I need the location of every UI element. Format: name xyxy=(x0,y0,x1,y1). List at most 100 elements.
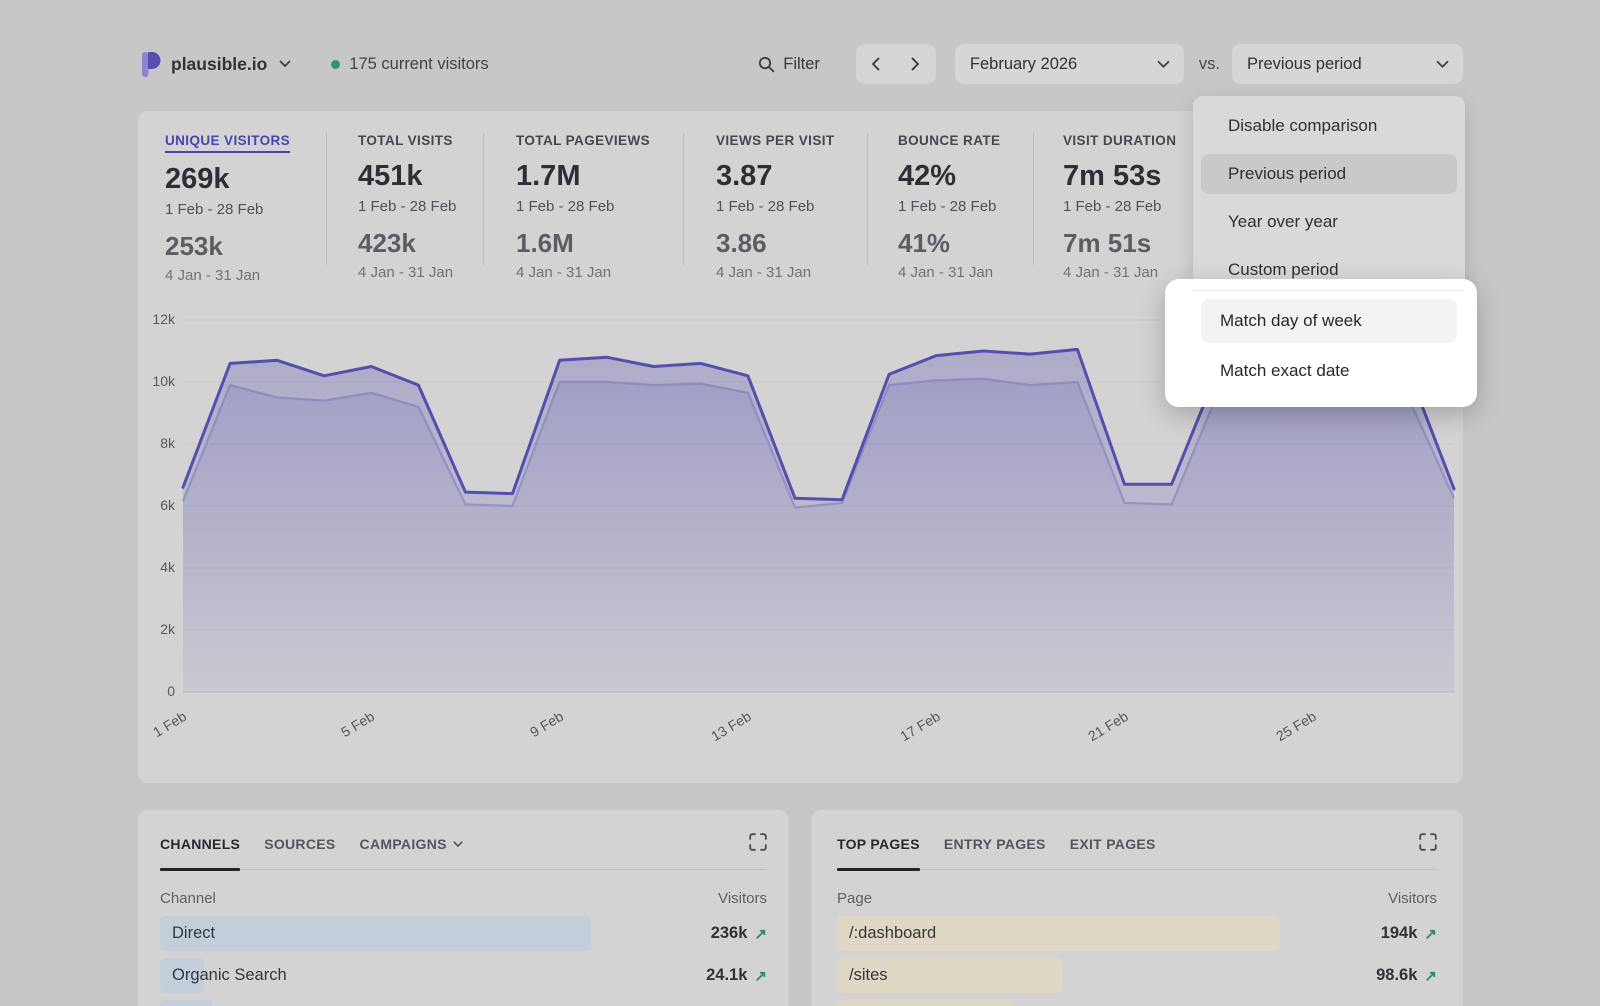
comparison-value: Previous period xyxy=(1247,55,1362,74)
menu-item-year-over-year[interactable]: Year over year xyxy=(1201,202,1457,242)
chevron-down-icon xyxy=(1436,60,1449,69)
stat-label: VISIT DURATION xyxy=(1063,133,1176,148)
row-visitors-value: 24.1k xyxy=(706,966,747,985)
row-visitors: 236k ↗ xyxy=(711,916,767,951)
top-bar: plausible.io 175 current visitors Filter… xyxy=(138,42,1463,86)
list-item-partial[interactable] xyxy=(837,1000,1437,1006)
stat-divider xyxy=(1033,133,1034,265)
stat-prev-value: 41% xyxy=(898,228,1000,259)
row-bar xyxy=(160,916,591,951)
next-period-button[interactable] xyxy=(896,44,936,84)
tab-label: ENTRY PAGES xyxy=(944,836,1046,852)
breakdown-rows: /:dashboard194k↗ /sites 98.6k ↗ xyxy=(837,916,1437,1006)
row-visitors: 98.6k ↗ xyxy=(1376,958,1437,993)
menu-item-disable-comparison[interactable]: Disable comparison xyxy=(1201,106,1457,146)
pages-card: TOP PAGES ENTRY PAGES EXIT PAGES Page Visito… xyxy=(811,810,1463,1006)
spotlight-panel: Match day of week Match exact date xyxy=(1165,279,1477,407)
active-tab-underline xyxy=(837,868,920,871)
filter-label: Filter xyxy=(783,55,820,74)
y-tick-label: 0 xyxy=(138,683,175,699)
tab-exit-pages[interactable]: EXIT PAGES xyxy=(1070,836,1156,852)
column-header-name: Page xyxy=(837,890,872,907)
tab-sources[interactable]: SOURCES xyxy=(264,836,335,852)
column-headers: Page Visitors xyxy=(837,890,1437,907)
y-tick-label: 4k xyxy=(138,559,175,575)
row-visitors: 24.1k ↗ xyxy=(706,958,767,993)
stat-bounce-rate[interactable]: BOUNCE RATE42%1 Feb - 28 Feb41%4 Jan - 3… xyxy=(898,132,1000,281)
stat-divider xyxy=(483,133,484,265)
menu-item-match-day-of-week[interactable]: Match day of week xyxy=(1201,299,1457,343)
trend-up-icon: ↗ xyxy=(754,967,767,985)
stat-views-per-visit[interactable]: VIEWS PER VISIT3.871 Feb - 28 Feb3.864 J… xyxy=(716,132,835,281)
column-header-name: Channel xyxy=(160,890,216,907)
tab-label: EXIT PAGES xyxy=(1070,836,1156,852)
prev-period-button[interactable] xyxy=(856,44,896,84)
stat-prev-period: 4 Jan - 31 Jan xyxy=(716,264,835,281)
stat-label: TOTAL VISITS xyxy=(358,133,453,148)
fullscreen-icon[interactable] xyxy=(749,833,767,851)
date-range-select[interactable]: February 2026 xyxy=(955,44,1184,84)
trend-up-icon: ↗ xyxy=(1424,967,1437,985)
stat-visit-duration[interactable]: VISIT DURATION7m 53s1 Feb - 28 Feb7m 51s… xyxy=(1063,132,1176,281)
list-item-dashboard[interactable]: /:dashboard194k↗ xyxy=(837,916,1437,951)
stat-period: 1 Feb - 28 Feb xyxy=(1063,198,1176,215)
y-tick-label: 2k xyxy=(138,621,175,637)
tab-entry-pages[interactable]: ENTRY PAGES xyxy=(944,836,1046,852)
row-visitors-value: 98.6k xyxy=(1376,966,1417,985)
stat-prev-value: 7m 51s xyxy=(1063,228,1176,259)
menu-item-previous-period[interactable]: Previous period xyxy=(1201,154,1457,194)
column-header-visitors: Visitors xyxy=(718,890,767,907)
date-range-value: February 2026 xyxy=(970,55,1077,74)
chevron-down-icon xyxy=(1157,60,1170,69)
menu-item-match-exact-date[interactable]: Match exact date xyxy=(1201,349,1457,393)
row-name: /sites xyxy=(849,958,888,993)
stat-label: UNIQUE VISITORS xyxy=(165,133,290,153)
stat-unique-visitors[interactable]: UNIQUE VISITORS269k1 Feb - 28 Feb253k4 J… xyxy=(165,132,290,284)
stat-prev-period: 4 Jan - 31 Jan xyxy=(165,267,290,284)
trend-up-icon: ↗ xyxy=(754,925,767,943)
y-tick-label: 10k xyxy=(138,373,175,389)
tab-channels[interactable]: CHANNELS xyxy=(160,836,240,852)
tab-label: CHANNELS xyxy=(160,836,240,852)
stat-total-visits[interactable]: TOTAL VISITS451k1 Feb - 28 Feb423k4 Jan … xyxy=(358,132,456,281)
column-headers: Channel Visitors xyxy=(160,890,767,907)
stat-prev-value: 423k xyxy=(358,228,456,259)
tabs-divider xyxy=(837,869,1437,870)
list-item-sites[interactable]: /sites 98.6k ↗ xyxy=(837,958,1437,993)
row-bar xyxy=(837,1000,1011,1006)
chevron-down-icon xyxy=(453,841,463,848)
date-nav xyxy=(856,44,936,84)
row-visitors-value: 236k xyxy=(711,924,748,943)
current-visitors[interactable]: 175 current visitors xyxy=(331,55,488,74)
tab-top-pages[interactable]: TOP PAGES xyxy=(837,836,920,852)
tab-campaigns[interactable]: CAMPAIGNS xyxy=(360,836,463,852)
stat-period: 1 Feb - 28 Feb xyxy=(358,198,456,215)
site-switcher[interactable]: plausible.io xyxy=(138,51,291,78)
stat-value: 3.87 xyxy=(716,160,835,193)
stat-prev-value: 253k xyxy=(165,231,290,262)
site-name: plausible.io xyxy=(171,54,267,75)
list-item-organic-search[interactable]: Organic Search 24.1k ↗ xyxy=(160,958,767,993)
match-options: Match day of week Match exact date xyxy=(1193,299,1465,399)
fullscreen-icon[interactable] xyxy=(1419,833,1437,851)
vs-label: vs. xyxy=(1199,55,1220,74)
stat-label: BOUNCE RATE xyxy=(898,133,1000,148)
card-tabs: TOP PAGES ENTRY PAGES EXIT PAGES xyxy=(837,836,1156,852)
column-header-visitors: Visitors xyxy=(1388,890,1437,907)
plausible-dashboard: plausible.io 175 current visitors Filter… xyxy=(0,0,1600,1006)
stat-label: TOTAL PAGEVIEWS xyxy=(516,133,650,148)
stat-value: 269k xyxy=(165,163,290,196)
filter-button[interactable]: Filter xyxy=(758,55,820,74)
list-item-direct[interactable]: Direct 236k ↗ xyxy=(160,916,767,951)
row-name: Organic Search xyxy=(172,958,287,993)
stat-prev-period: 4 Jan - 31 Jan xyxy=(358,264,456,281)
stat-value: 42% xyxy=(898,160,1000,193)
list-item-partial[interactable] xyxy=(160,1000,767,1006)
stat-prev-value: 3.86 xyxy=(716,228,835,259)
comparison-select[interactable]: Previous period xyxy=(1232,44,1463,84)
row-name: Direct xyxy=(172,916,215,951)
search-icon xyxy=(758,56,775,73)
stat-prev-value: 1.6M xyxy=(516,228,650,259)
stat-total-pageviews[interactable]: TOTAL PAGEVIEWS1.7M1 Feb - 28 Feb1.6M4 J… xyxy=(516,132,650,281)
live-visitors-dot xyxy=(331,60,340,69)
